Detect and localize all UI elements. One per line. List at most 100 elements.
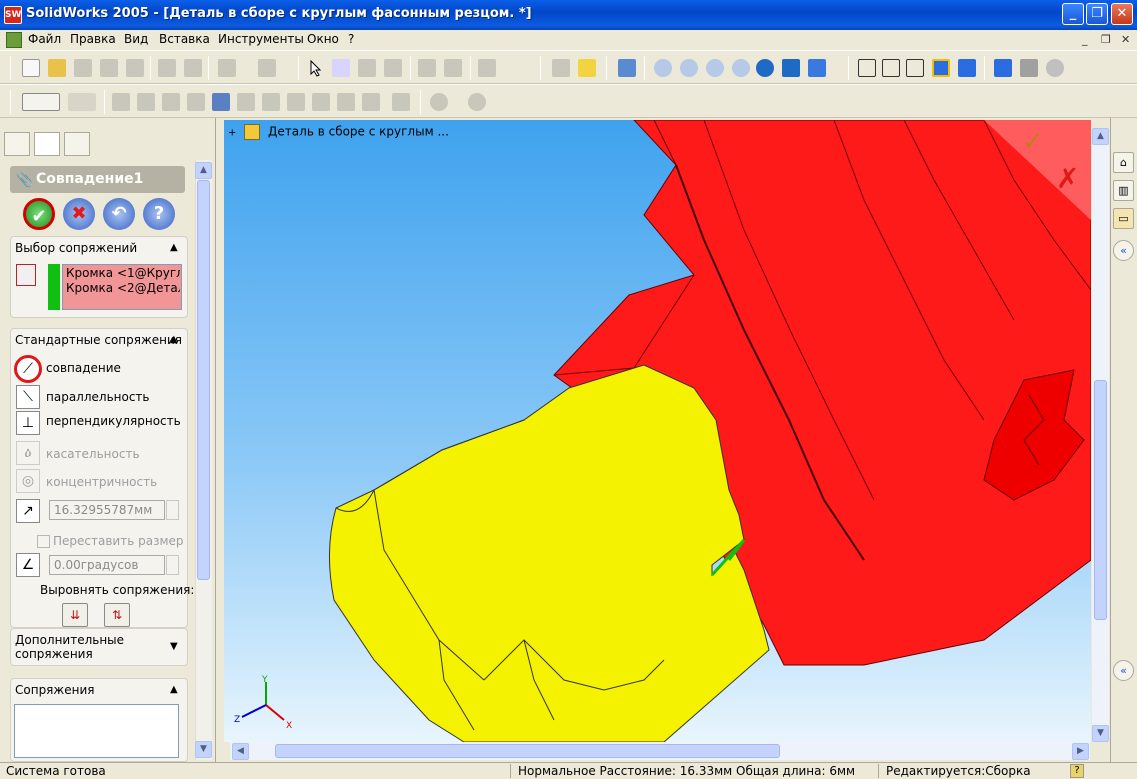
assembly-feature-icon[interactable] — [337, 93, 355, 111]
shaded-with-edges-icon[interactable] — [932, 59, 950, 77]
component-pattern-icon[interactable] — [430, 93, 448, 111]
edit-part-icon[interactable] — [312, 93, 330, 111]
rotate-view-icon[interactable] — [756, 59, 774, 77]
section-view-icon[interactable] — [1020, 59, 1038, 77]
collapse-arrow-icon[interactable]: ▲ — [170, 684, 178, 695]
menu-file[interactable]: Файл — [28, 32, 61, 46]
yellow-part[interactable] — [329, 364, 770, 742]
help-toolbar-icon[interactable] — [578, 59, 596, 77]
rebuild-icon[interactable] — [478, 59, 496, 77]
hide-show-icon[interactable] — [262, 93, 280, 111]
selected-edge-1[interactable]: Кромка <1@Круглый — [66, 266, 180, 280]
angle-icon[interactable]: ∠ — [16, 553, 40, 577]
file-explorer-icon[interactable]: ▭ — [1113, 208, 1134, 229]
save-icon[interactable] — [74, 59, 92, 77]
standard-views-icon[interactable] — [808, 59, 826, 77]
cut-icon[interactable] — [158, 59, 176, 77]
grid-icon[interactable] — [418, 59, 436, 77]
doc-restore-button[interactable]: ❐ — [1101, 33, 1111, 46]
expand-icon[interactable]: + — [228, 128, 236, 139]
view-orientation-icon[interactable] — [618, 59, 636, 77]
zoom-selection-icon[interactable] — [732, 59, 750, 77]
selected-edge-2[interactable]: Кромка <2@Деталь: — [66, 281, 180, 295]
angle-spinner[interactable] — [166, 555, 179, 575]
tab-feature-manager[interactable] — [4, 132, 30, 156]
collapse-arrow-icon[interactable]: ▲ — [170, 242, 178, 253]
scroll-up-button[interactable]: ▲ — [195, 162, 212, 179]
zoom-to-fit-icon[interactable] — [654, 59, 672, 77]
zoom-area-icon[interactable] — [680, 59, 698, 77]
restore-button[interactable]: ❐ — [1086, 3, 1108, 25]
coincident-icon[interactable]: ⟋ — [14, 355, 42, 383]
viewport-check-icon[interactable]: ✓ — [1022, 127, 1044, 157]
viewport-x-icon[interactable]: ✗ — [1056, 162, 1079, 195]
window-icon[interactable] — [552, 59, 570, 77]
anti-aligned-button[interactable]: ⇅ — [104, 603, 130, 627]
edit-component-dropdown[interactable] — [22, 93, 60, 111]
interference-icon[interactable] — [237, 93, 255, 111]
scroll-down-button[interactable]: ▼ — [195, 741, 212, 758]
mate-toolbar-icon[interactable] — [112, 93, 130, 111]
copy-icon[interactable] — [184, 59, 202, 77]
ok-button[interactable]: ✔ — [23, 198, 55, 230]
hidden-lines-removed-icon[interactable] — [906, 59, 924, 77]
hidden-lines-visible-icon[interactable] — [882, 59, 900, 77]
undo-toolbar-icon[interactable] — [218, 59, 236, 77]
collapse-arrow-icon[interactable]: ▲ — [170, 334, 178, 345]
menu-view[interactable]: Вид — [124, 32, 148, 46]
assembly-root-label[interactable]: Деталь в сборе с круглым ... — [268, 125, 449, 139]
distance-input[interactable]: 16.32955787мм — [49, 500, 165, 520]
parallel-icon[interactable]: ⟍ — [16, 385, 40, 409]
pan-icon[interactable] — [782, 59, 800, 77]
home-icon[interactable]: ⌂ — [1113, 152, 1134, 173]
new-document-icon[interactable] — [22, 59, 40, 77]
viewport-hscroll-thumb[interactable] — [275, 744, 780, 758]
feature-manager-flyout[interactable]: + Деталь в сборе с круглым ... — [228, 124, 449, 140]
mate-perpendicular-label[interactable]: перпендикулярность — [46, 414, 181, 428]
status-help-icon[interactable]: ? — [1070, 764, 1084, 778]
graphics-viewport[interactable]: ✓ ✗ Y X Z — [224, 120, 1091, 742]
print-preview-icon[interactable] — [126, 59, 144, 77]
mates-list[interactable] — [14, 704, 179, 758]
advanced-mates-title[interactable]: Дополнительные сопряжения — [15, 633, 165, 661]
menu-help[interactable]: ? — [348, 32, 354, 46]
open-folder-icon[interactable] — [48, 59, 66, 77]
close-button[interactable]: ✕ — [1111, 3, 1133, 25]
viewport-scroll-right[interactable]: ▶ — [1072, 743, 1089, 760]
menu-edit[interactable]: Правка — [70, 32, 116, 46]
distance-icon[interactable]: ↗ — [16, 499, 40, 523]
realview-icon[interactable] — [1046, 59, 1064, 77]
viewport-scroll-down[interactable]: ▼ — [1092, 725, 1109, 742]
tab-configuration-manager[interactable] — [64, 132, 90, 156]
distance-spinner[interactable] — [166, 500, 179, 520]
smart-fasteners-icon[interactable] — [187, 93, 205, 111]
mirror-component-icon[interactable] — [468, 93, 486, 111]
angle-input[interactable]: 0.00градусов — [49, 555, 165, 575]
cancel-button[interactable]: ✖ — [63, 198, 95, 230]
viewport-scroll-left[interactable]: ◀ — [232, 743, 249, 760]
menu-window[interactable]: Окно — [307, 32, 339, 46]
menu-insert[interactable]: Вставка — [159, 32, 210, 46]
tab-property-manager[interactable] — [34, 132, 60, 156]
viewport-vscroll-thumb[interactable] — [1094, 380, 1107, 620]
minimize-button[interactable]: _ — [1062, 3, 1084, 25]
perpendicular-icon[interactable]: ⊥ — [16, 411, 40, 435]
undo-button[interactable]: ↶ — [103, 198, 135, 230]
zoom-in-out-icon[interactable] — [706, 59, 724, 77]
doc-close-button[interactable]: ✕ — [1121, 33, 1130, 46]
menu-tools[interactable]: Инструменты — [218, 32, 304, 46]
wireframe-icon[interactable] — [858, 59, 876, 77]
print-icon[interactable] — [100, 59, 118, 77]
move-component-icon[interactable] — [137, 93, 155, 111]
change-suppression-icon[interactable] — [287, 93, 305, 111]
doc-minimize-button[interactable]: _ — [1082, 33, 1088, 46]
mate-coincident-label[interactable]: совпадение — [46, 361, 121, 375]
smart-dimension-icon[interactable] — [384, 59, 402, 77]
explode-view-icon[interactable] — [212, 93, 230, 111]
sketch-icon[interactable] — [358, 59, 376, 77]
reference-geometry-icon[interactable] — [362, 93, 380, 111]
options-icon[interactable] — [444, 59, 462, 77]
shadows-icon[interactable] — [994, 59, 1012, 77]
solidworks-app-icon[interactable]: SW — [4, 6, 22, 24]
viewport-scroll-up[interactable]: ▲ — [1092, 128, 1109, 145]
